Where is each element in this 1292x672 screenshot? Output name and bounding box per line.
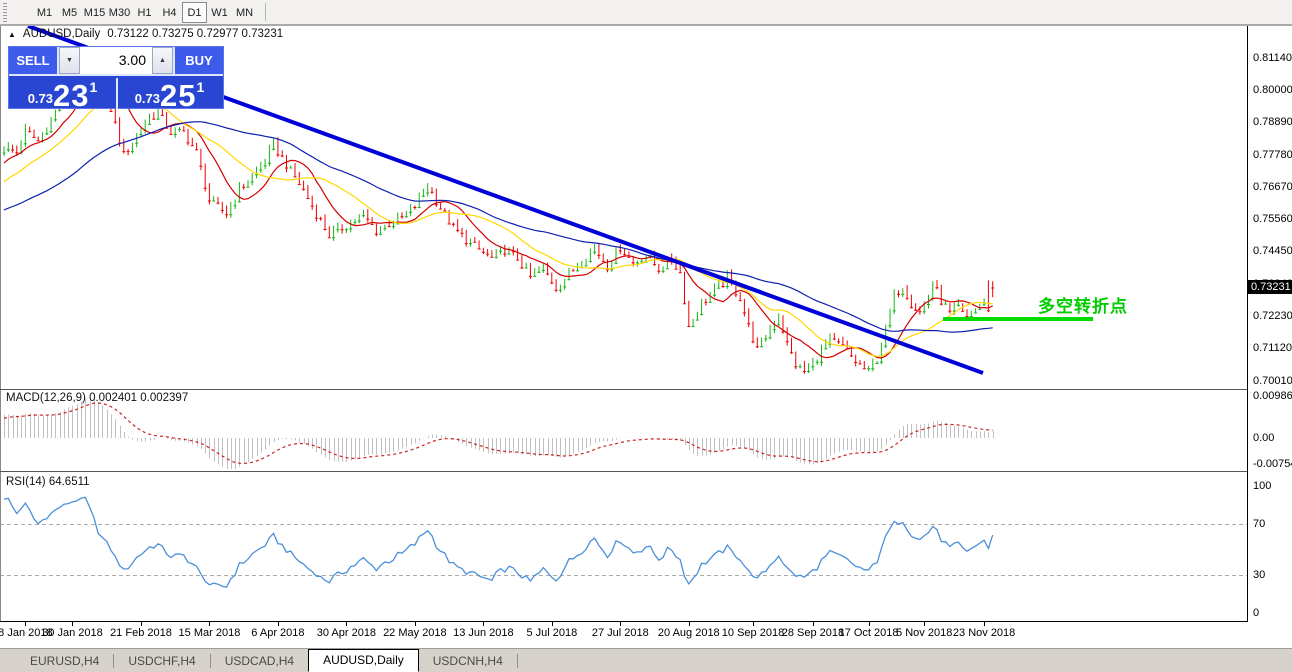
timeframe-button-m30[interactable]: M30 — [107, 2, 132, 23]
toolbar-separator — [265, 3, 266, 21]
sell-price-point: 1 — [90, 79, 98, 95]
timeframe-button-m1[interactable]: M1 — [32, 2, 57, 23]
rsi-indicator-label: RSI(14) 64.6511 — [6, 476, 90, 488]
current-price-value: 0.73231 — [1251, 281, 1291, 293]
tab-eurusd[interactable]: EURUSD,H4 — [16, 651, 113, 672]
chart-tab-bar: EURUSD,H4USDCHF,H4USDCAD,H4AUDUSD,DailyU… — [0, 648, 1292, 672]
timeframe-button-w1[interactable]: W1 — [207, 2, 232, 23]
price-axis-label: 0.81140 — [1253, 52, 1292, 64]
buy-price-prefix: 0.73 — [135, 91, 160, 110]
price-axis-label: 0.77780 — [1253, 149, 1292, 161]
current-price-badge: 0.73231 — [1248, 280, 1292, 294]
buy-price-pips: 25 — [160, 81, 196, 110]
buy-price-point: 1 — [197, 79, 205, 95]
collapse-panel-icon[interactable]: ▲ — [8, 30, 16, 39]
sell-price-box[interactable]: 0.73 23 1 — [9, 78, 116, 110]
tab-divider — [517, 654, 518, 668]
date-axis: 8 Jan 201830 Jan 201821 Feb 201815 Mar 2… — [0, 623, 1248, 647]
price-axis-label: 0.78890 — [1253, 116, 1292, 128]
tab-usdchf[interactable]: USDCHF,H4 — [114, 651, 209, 672]
timeframe-button-mn[interactable]: MN — [232, 2, 257, 23]
price-axis-label: 0.76670 — [1253, 181, 1292, 193]
trading-terminal-window: M1M5M15M30H1H4D1W1MN ▲ AUDUSD,Daily 0.73… — [0, 0, 1292, 672]
timeframe-button-h4[interactable]: H4 — [157, 2, 182, 23]
rsi-axis-label: 30 — [1253, 569, 1265, 581]
macd-axis-label: 0.00 — [1253, 432, 1274, 444]
price-axis: 0.81140 0.80000 0.78890 0.77780 0.76670 0.755… — [1248, 26, 1292, 622]
price-axis-label: 0.80000 — [1253, 84, 1292, 96]
price-axis-label: 0.71120 — [1253, 342, 1292, 354]
macd-indicator-label: MACD(12,26,9) 0.002401 0.002397 — [6, 392, 188, 404]
volume-spinner: ▼ 3.00 ▲ — [57, 47, 175, 74]
price-axis-label: 0.70010 — [1253, 375, 1292, 387]
timeframe-button-h1[interactable]: H1 — [132, 2, 157, 23]
volume-increase-button[interactable]: ▲ — [152, 47, 173, 74]
sell-price-pips: 23 — [53, 81, 89, 110]
rsi-axis-label: 70 — [1253, 518, 1265, 530]
sell-price-prefix: 0.73 — [28, 91, 53, 110]
trend-reversal-annotation: 多空转折点 — [1038, 292, 1128, 317]
ohlc-values: 0.73122 0.73275 0.72977 0.73231 — [107, 28, 283, 40]
macd-axis-label: -0.007543 — [1253, 458, 1292, 470]
price-axis-label: 0.72230 — [1253, 310, 1292, 322]
date-axis-label: 23 Nov 2018 — [944, 627, 1024, 639]
timeframe-toolbar: M1M5M15M30H1H4D1W1MN — [0, 0, 1292, 25]
buy-price-box[interactable]: 0.73 25 1 — [116, 78, 221, 110]
symbol-title: AUDUSD,Daily — [23, 28, 100, 40]
price-axis-label: 0.75560 — [1253, 213, 1292, 225]
timeframe-buttons: M1M5M15M30H1H4D1W1MN — [32, 1, 257, 24]
toolbar-grip-handle[interactable] — [3, 3, 7, 22]
sell-button[interactable]: SELL — [9, 47, 57, 74]
tab-usdcnh[interactable]: USDCNH,H4 — [419, 651, 517, 672]
rsi-axis-label: 100 — [1253, 480, 1271, 492]
tab-usdcad[interactable]: USDCAD,H4 — [211, 651, 308, 672]
trade-controls-row: SELL ▼ 3.00 ▲ BUY — [9, 47, 223, 76]
rsi-axis-label: 0 — [1253, 607, 1259, 619]
timeframe-button-d1[interactable]: D1 — [182, 2, 207, 23]
chart-header: ▲ AUDUSD,Daily 0.73122 0.73275 0.72977 0… — [8, 28, 283, 40]
timeframe-button-m15[interactable]: M15 — [82, 2, 107, 23]
one-click-trading-panel: SELL ▼ 3.00 ▲ BUY 0.73 23 1 0.73 25 1 — [8, 46, 224, 109]
price-axis-label: 0.74450 — [1253, 245, 1292, 257]
volume-input[interactable]: 3.00 — [80, 47, 152, 74]
timeframe-button-m5[interactable]: M5 — [57, 2, 82, 23]
buy-button[interactable]: BUY — [175, 47, 223, 74]
macd-axis-label: 0.009863 — [1253, 390, 1292, 402]
tab-audusd[interactable]: AUDUSD,Daily — [308, 649, 419, 672]
trade-prices-row: 0.73 23 1 0.73 25 1 — [9, 78, 223, 110]
volume-decrease-button[interactable]: ▼ — [59, 47, 80, 74]
